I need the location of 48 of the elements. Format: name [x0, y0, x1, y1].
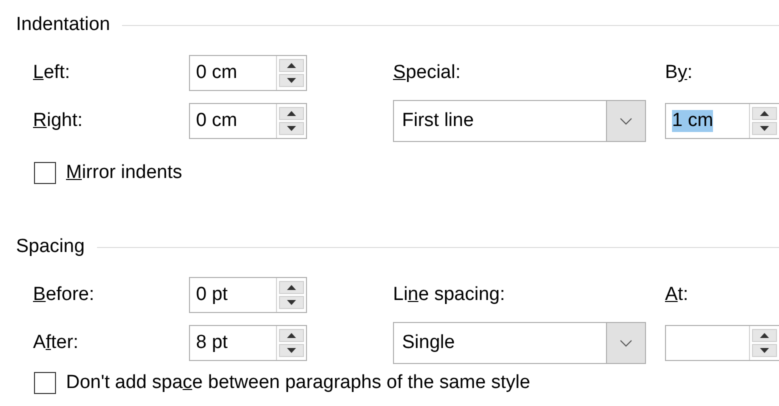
decrement-button[interactable] [279, 344, 304, 357]
chevron-down-icon [620, 340, 632, 346]
spin-field[interactable]: 0 cm [189, 103, 307, 139]
up-arrow-icon [287, 63, 296, 68]
down-arrow-icon [287, 348, 296, 353]
field-label: After: [33, 332, 80, 354]
field-label: At: [665, 284, 690, 306]
spin-field[interactable]: 0 pt [189, 277, 307, 313]
spin-field[interactable]: 1 cm [665, 103, 779, 139]
increment-button[interactable] [752, 107, 777, 120]
decrement-button[interactable] [279, 74, 304, 87]
checkbox-label: Don't add space between paragraphs of the same style [66, 372, 530, 394]
increment-button[interactable] [279, 107, 304, 120]
down-arrow-icon [287, 126, 296, 131]
checkbox[interactable] [34, 162, 56, 184]
decrement-button[interactable] [752, 122, 777, 135]
field-label: By: [665, 62, 694, 84]
increment-button[interactable] [279, 329, 304, 342]
decrement-button[interactable] [279, 296, 304, 309]
field-label: Left: [33, 62, 71, 84]
up-arrow-icon [287, 111, 296, 116]
section-heading: Indentation [16, 14, 110, 36]
checkbox[interactable] [34, 372, 56, 394]
dropdown[interactable]: Single [393, 322, 646, 364]
checkbox-label: Mirror indents [66, 162, 182, 184]
down-arrow-icon [287, 78, 296, 83]
field-label: Right: [33, 110, 84, 132]
down-arrow-icon [287, 300, 296, 305]
increment-button[interactable] [279, 281, 304, 294]
field-label: Before: [33, 284, 96, 306]
spin-field[interactable] [665, 325, 779, 361]
dropdown[interactable]: First line [393, 100, 646, 142]
down-arrow-icon [760, 126, 769, 131]
chevron-down-icon [620, 118, 632, 124]
spin-field[interactable]: 0 cm [189, 55, 307, 91]
section-heading: Spacing [16, 236, 85, 258]
up-arrow-icon [287, 333, 296, 338]
field-label: Special: [393, 62, 462, 84]
up-arrow-icon [760, 111, 769, 116]
decrement-button[interactable] [752, 344, 777, 357]
up-arrow-icon [287, 285, 296, 290]
increment-button[interactable] [752, 329, 777, 342]
up-arrow-icon [760, 333, 769, 338]
field-label: Line spacing: [393, 284, 506, 306]
decrement-button[interactable] [279, 122, 304, 135]
spin-field[interactable]: 8 pt [189, 325, 307, 361]
down-arrow-icon [760, 348, 769, 353]
increment-button[interactable] [279, 59, 304, 72]
